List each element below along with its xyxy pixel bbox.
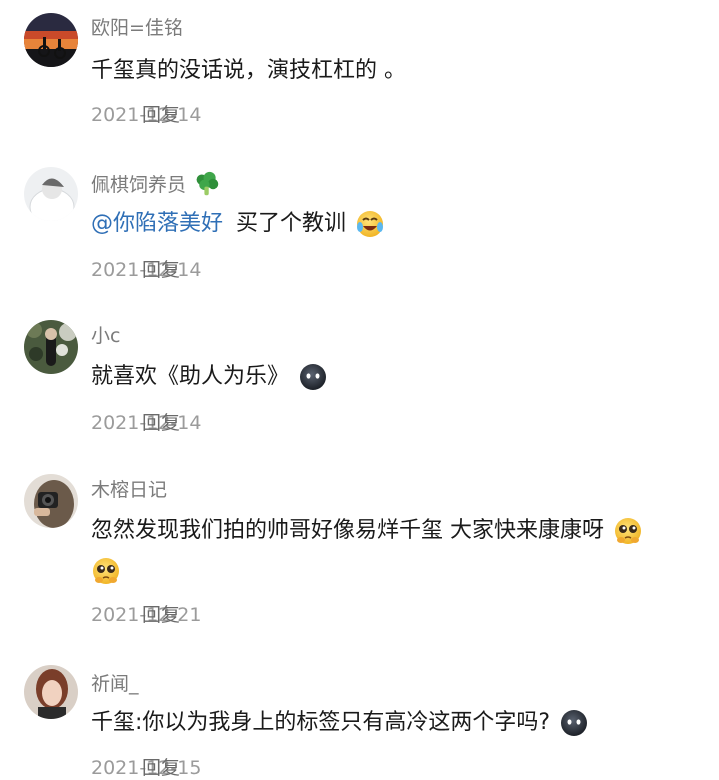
comment-text-body: 忽然发现我们拍的帅哥好像易烊千玺 大家快来康康呀 [91,518,604,543]
comment-item: 小c 就喜欢《助人为乐》 2021-12-14 回复 [0,310,719,460]
avatar-sunset-cyclists-image [24,13,78,67]
username[interactable]: 祈闻_ [91,672,139,696]
comment-item: 欧阳=佳铭 千玺真的没话说，演技杠杠的 。 2021-12-14 回复 [0,0,719,150]
comment-item: 佩棋饲养员 @你陷落美好 买了个教训 2021-12-14 回复 [0,155,719,305]
dark-face-emoji-icon [300,364,327,390]
comment-item: 木榕日记 忽然发现我们拍的帅哥好像易烊千玺 大家快来康康呀 2021-12-21… [0,464,719,654]
comment-text: 千玺真的没话说，演技杠杠的 。 [91,52,406,90]
pleading-face-emoji-icon [93,558,119,584]
avatar-white-veil-image [24,167,78,221]
username[interactable]: 木榕日记 [91,478,167,502]
broccoli-emoji-icon [196,171,219,196]
mention-link[interactable]: @你陷落美好 [91,211,223,236]
avatar[interactable] [24,167,78,221]
avatar[interactable] [24,320,78,374]
reply-button[interactable]: 回复 [142,756,180,780]
avatar-camera-selfie-image [24,474,78,528]
comment-item: 祈闻_ 千玺:你以为我身上的标签只有高冷这两个字吗? 2021-12-15 回复 [0,662,719,779]
comment-text: 就喜欢《助人为乐》 [91,358,328,396]
avatar[interactable] [24,665,78,719]
dark-face-emoji-icon [561,710,588,736]
avatar-portrait-woman-image [24,665,78,719]
comment-text-body: 千玺真的没话说，演技杠杠的 。 [91,58,406,83]
reply-button[interactable]: 回复 [142,258,180,282]
reply-button[interactable]: 回复 [142,103,180,127]
comment-text: 忽然发现我们拍的帅哥好像易烊千玺 大家快来康康呀 [91,512,643,550]
comment-text-body: 买了个教训 [236,211,347,236]
pleading-face-emoji-icon [615,518,641,544]
username[interactable]: 小c [91,324,120,348]
comment-text: @你陷落美好 买了个教训 [91,205,385,243]
comment-text: 千玺:你以为我身上的标签只有高冷这两个字吗? [91,704,589,742]
username[interactable]: 欧阳=佳铭 [91,16,183,40]
avatar[interactable] [24,13,78,67]
avatar[interactable] [24,474,78,528]
username[interactable]: 佩棋饲养员 [91,171,220,197]
crying-laughing-emoji-icon [357,211,384,237]
reply-button[interactable]: 回复 [142,603,180,627]
comment-text-body: 就喜欢《助人为乐》 [91,364,290,389]
comment-text-body: 千玺:你以为我身上的标签只有高冷这两个字吗? [91,710,551,735]
comment-text-line-2 [91,552,121,590]
username-text: 佩棋饲养员 [91,174,187,196]
avatar-garden-portrait-image [24,320,78,374]
reply-button[interactable]: 回复 [142,411,180,435]
